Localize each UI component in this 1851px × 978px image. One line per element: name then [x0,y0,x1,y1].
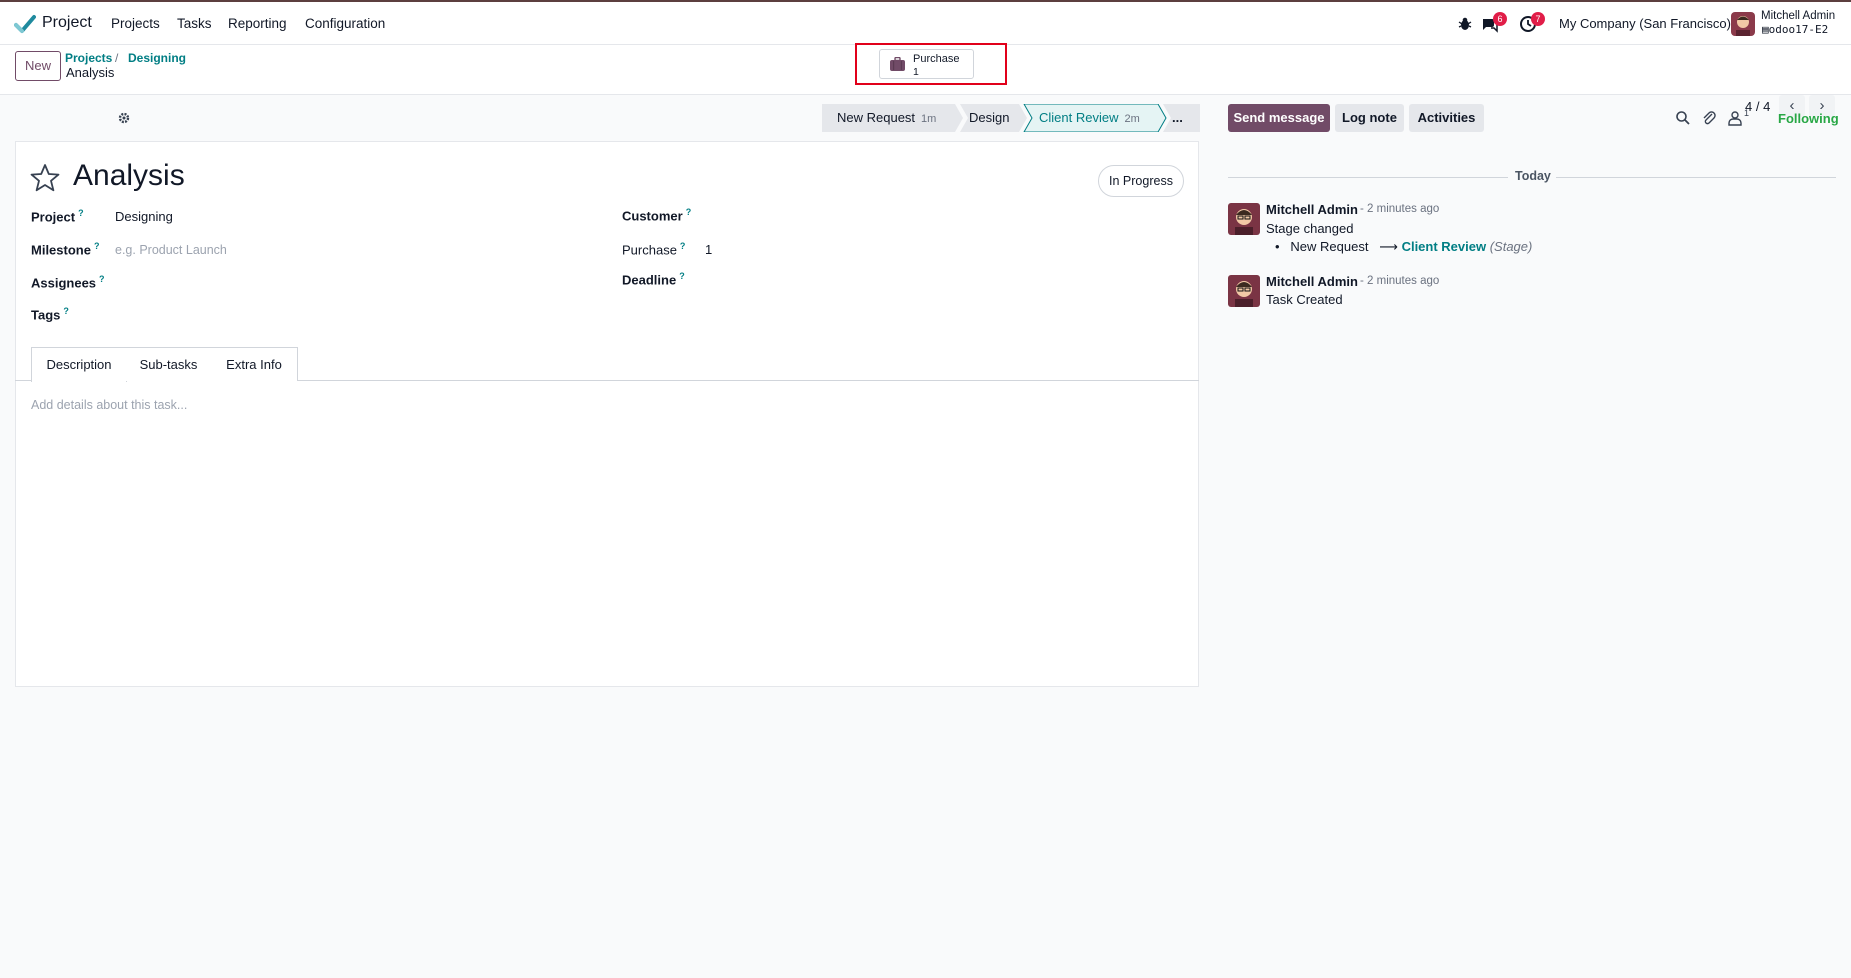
stage-client-review-label: Client Review [1039,110,1119,125]
star-icon[interactable] [30,163,60,193]
state-badge[interactable]: In Progress [1098,165,1184,197]
messages-badge: 6 [1493,12,1507,26]
app-name[interactable]: Project [42,14,92,32]
help-icon[interactable]: ? [63,306,69,316]
tracking-new-value: Client Review [1401,239,1487,254]
stage-more-button[interactable]: ... [1172,104,1183,132]
message-avatar[interactable] [1228,275,1260,307]
help-icon[interactable]: ? [78,208,84,218]
author-avatar-icon [1228,203,1260,235]
stage-design[interactable]: Design [969,104,1009,132]
menu-configuration[interactable]: Configuration [305,16,385,31]
message-body: Stage changed [1266,221,1354,236]
user-avatar-icon [1731,12,1755,36]
purchase-smart-label: Purchase [913,53,960,65]
help-icon[interactable]: ? [679,271,685,281]
tab-description[interactable]: Description [31,347,127,382]
tracking-old-value: New Request [1290,239,1369,254]
help-icon[interactable]: ? [99,274,105,284]
message-time: - 2 minutes ago [1360,203,1440,215]
purchase-smart-button[interactable]: Purchase 1 [879,49,974,79]
breadcrumb-designing[interactable]: Designing [128,51,186,65]
user-name[interactable]: Mitchell Admin [1761,10,1835,22]
user-avatar[interactable] [1731,12,1755,36]
date-divider-right [1556,177,1836,178]
help-icon[interactable]: ? [680,241,686,251]
milestone-label-text: Milestone [31,242,91,258]
paperclip-icon[interactable] [1701,110,1717,126]
help-icon[interactable]: ? [686,207,692,217]
breadcrumb-separator: / [115,51,119,65]
date-divider-left [1228,177,1508,178]
milestone-label: Milestone? [31,241,99,257]
customer-label: Customer? [622,207,691,223]
purchase-smart-value: 1 [913,66,919,78]
followers-count: 1 [1744,108,1750,118]
project-field[interactable]: Designing [115,209,173,224]
menu-projects[interactable]: Projects [111,16,160,31]
help-icon[interactable]: ? [94,241,100,251]
arrow-right-icon: ⟶ [1379,239,1398,254]
followers-icon[interactable] [1727,110,1743,126]
new-button[interactable]: New [15,51,61,81]
stage-new-request-label: New Request [837,110,916,125]
assignees-label-text: Assignees [31,275,97,291]
purchase-label: Purchase? [622,241,685,257]
database-name: ▤odoo17-E2 [1762,23,1828,36]
tags-label-text: Tags [31,307,61,323]
stage-design-label: Design [969,110,1010,125]
database-label: odoo17-E2 [1768,23,1829,36]
main-navbar: Project Projects Tasks Reporting Configu… [0,0,1851,45]
form-sheet [15,141,1199,687]
stage-client-review-duration: 2m [1124,113,1140,125]
menu-tasks[interactable]: Tasks [177,16,212,31]
project-label-text: Project [31,209,76,225]
message-body: Task Created [1266,292,1343,307]
tracking-value: • New Request ⟶ Client Review (Stage) [1275,239,1532,255]
message-time: - 2 minutes ago [1360,275,1440,287]
breadcrumb-projects[interactable]: Projects [65,51,112,65]
activities-button[interactable]: Activities [1409,104,1484,132]
search-icon[interactable] [1675,110,1691,126]
deadline-label: Deadline? [622,271,685,287]
activities-badge: 7 [1531,12,1545,26]
purchase-field[interactable]: 1 [705,242,712,257]
bullet-icon: • [1275,239,1280,254]
briefcase-icon [890,57,905,71]
tab-sub-tasks[interactable]: Sub-tasks [126,347,212,381]
following-button[interactable]: Following [1778,111,1839,126]
milestone-field[interactable]: e.g. Product Launch [115,243,227,257]
task-title[interactable]: Analysis [73,159,185,193]
message-avatar[interactable] [1228,203,1260,235]
description-editor[interactable]: Add details about this task... [31,398,187,412]
gear-icon[interactable] [118,112,130,124]
message-author[interactable]: Mitchell Admin [1266,202,1358,217]
author-avatar-icon [1228,275,1260,307]
company-switcher[interactable]: My Company (San Francisco) [1559,16,1731,31]
purchase-label-text: Purchase [622,242,677,258]
menu-reporting[interactable]: Reporting [228,16,287,31]
message-author[interactable]: Mitchell Admin [1266,274,1358,289]
tracking-field-name: (Stage) [1489,239,1533,254]
bug-icon[interactable] [1456,15,1474,33]
breadcrumb-current-record: Analysis [66,65,115,80]
send-message-button[interactable]: Send message [1228,104,1330,132]
date-separator: Today [1515,169,1551,183]
project-app-logo-icon[interactable] [14,13,36,35]
assignees-label: Assignees? [31,274,105,290]
stage-new-request-duration: 1m [921,113,937,125]
tags-label: Tags? [31,306,69,322]
project-label: Project? [31,208,84,224]
tab-extra-info[interactable]: Extra Info [211,347,298,381]
log-note-button[interactable]: Log note [1335,104,1404,132]
deadline-label-text: Deadline [622,272,677,288]
database-icon: ▤ [1762,23,1769,36]
customer-label-text: Customer [622,208,683,224]
stage-new-request[interactable]: New Request 1m [837,104,936,132]
stage-client-review[interactable]: Client Review 2m [1039,104,1140,132]
